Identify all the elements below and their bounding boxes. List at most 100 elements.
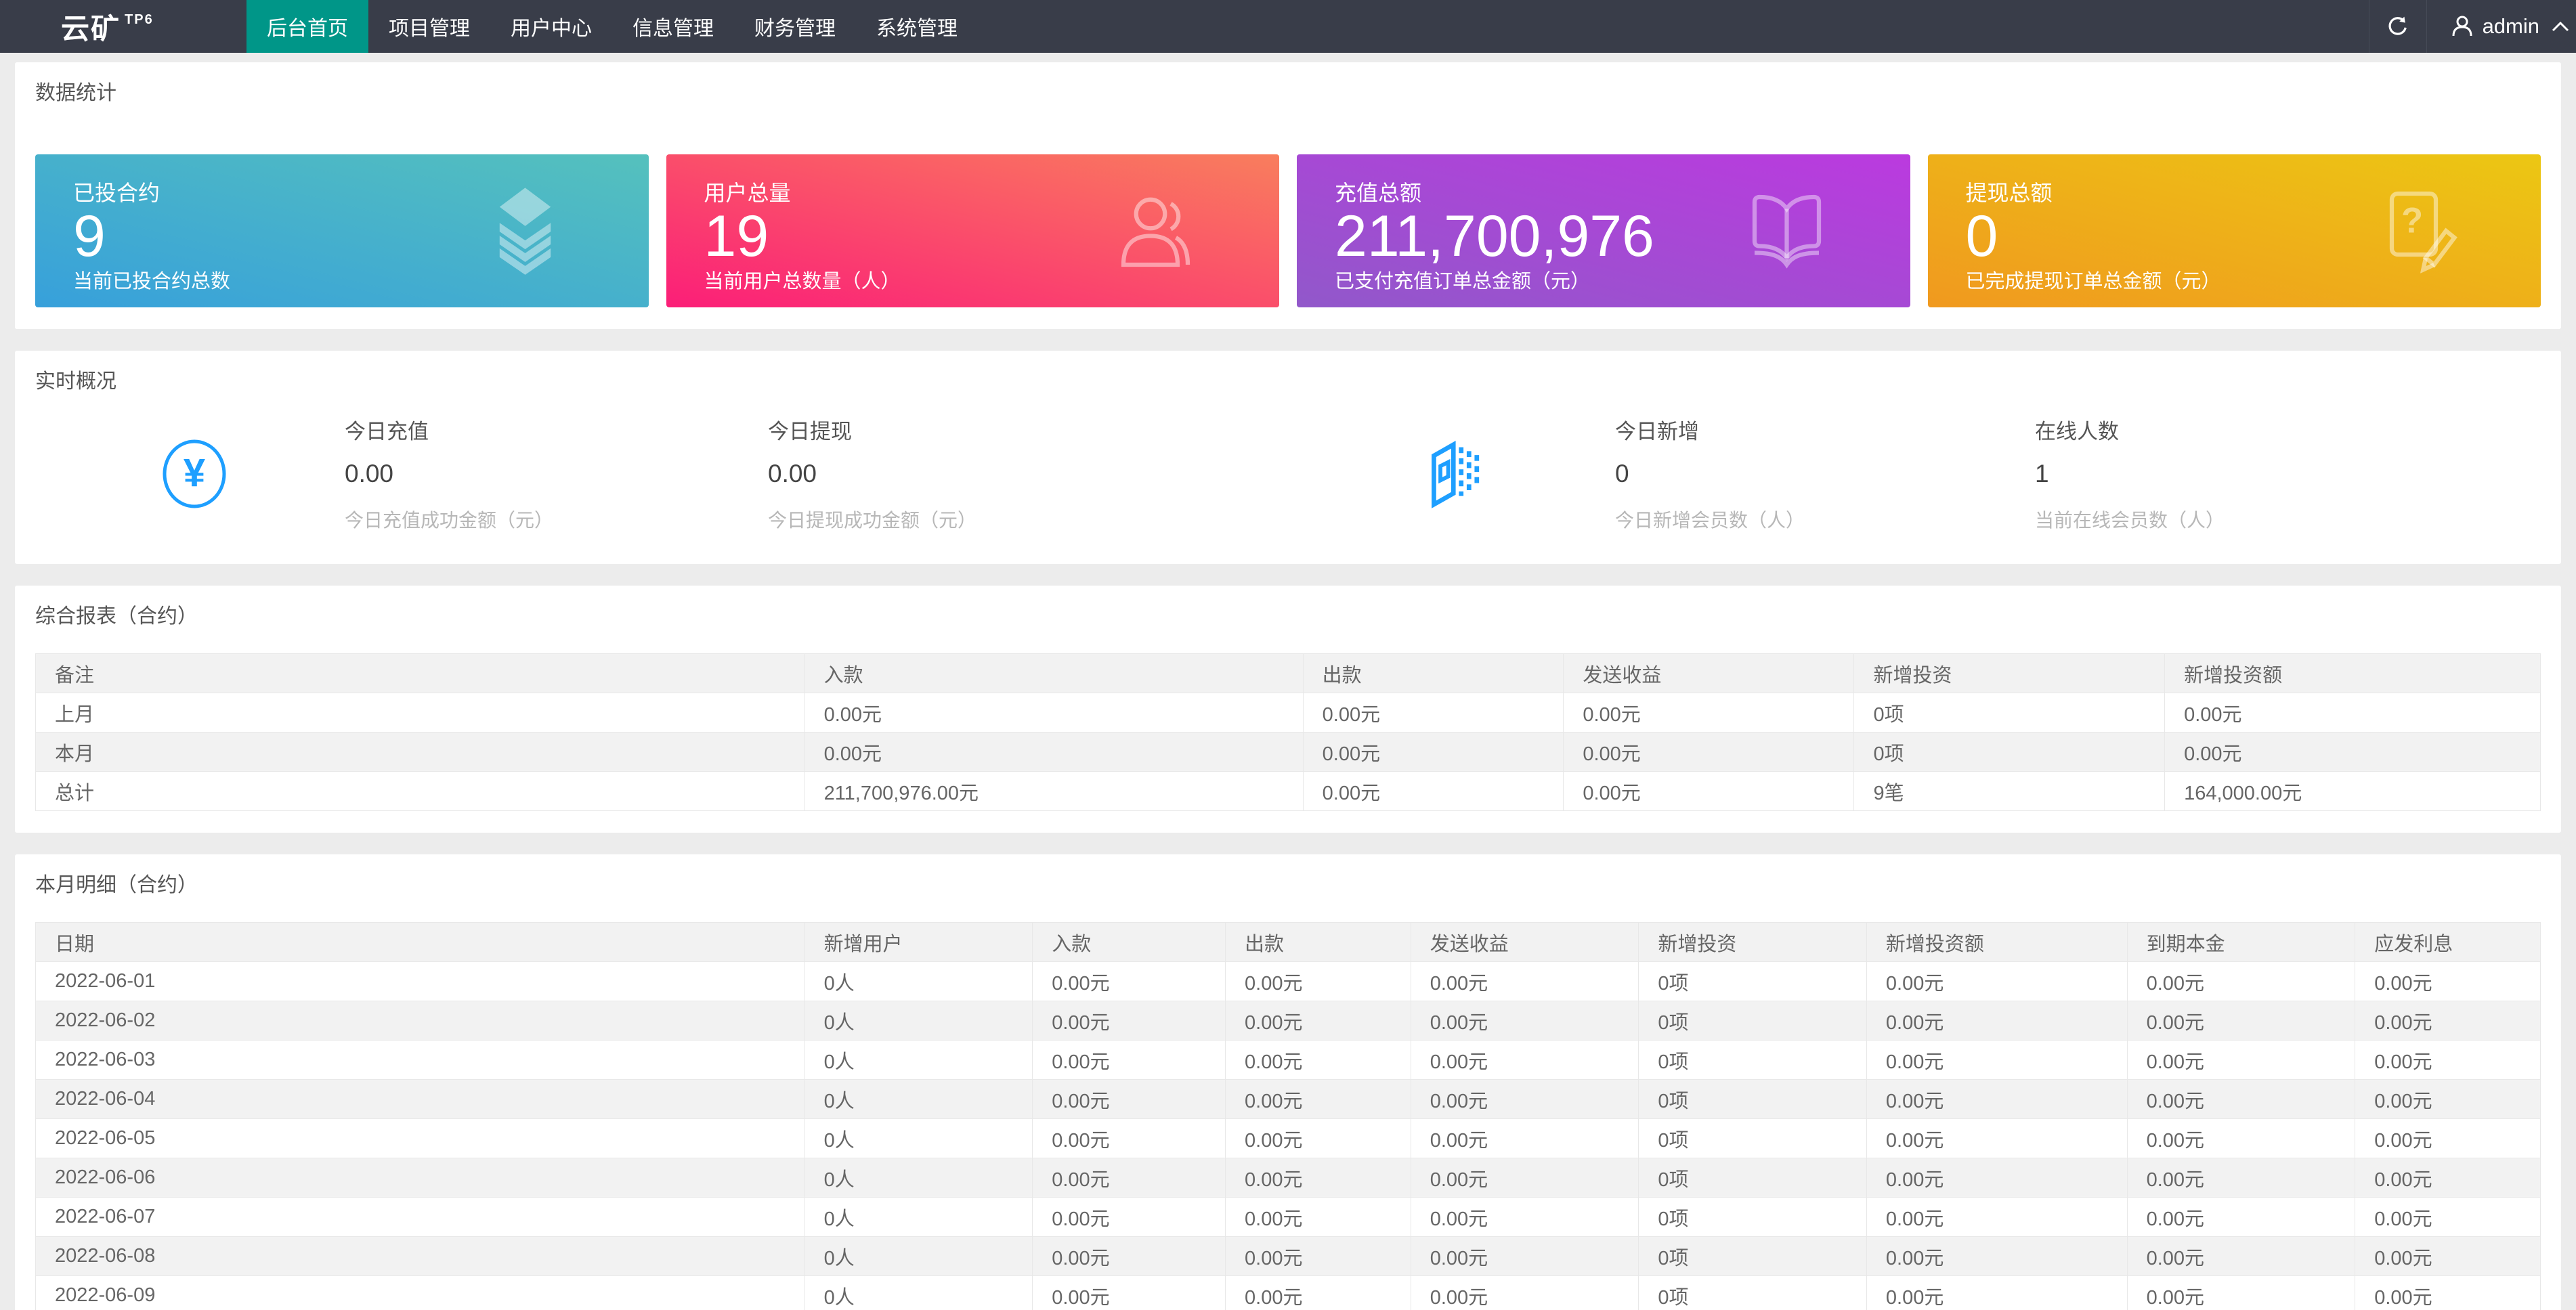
column-header: 到期本金 (2126, 922, 2356, 962)
table-cell: 0.00元 (1410, 961, 1639, 1001)
table-cell: 上月 (35, 693, 805, 733)
table-cell: 2022-06-05 (35, 1118, 805, 1158)
table-cell: 0.00元 (1866, 1040, 2128, 1080)
table-cell: 0项 (1638, 1001, 1867, 1041)
refresh-icon (2386, 14, 2410, 39)
table-row: 2022-06-09 0人 0.00元 0.00元 0.00元 0项 0.00元 0.00元 0… (35, 1275, 2541, 1310)
top-navbar: 云矿 TP6 后台首页 项目管理 用户中心 信息管理 财务管理 系统管理 admin (0, 0, 2576, 53)
table-cell: 0.00元 (2355, 1040, 2541, 1080)
table-cell: 0.00元 (1032, 1275, 1226, 1310)
app-logo[interactable]: 云矿 TP6 (0, 0, 246, 53)
nav-menu: 后台首页 项目管理 用户中心 信息管理 财务管理 系统管理 (246, 0, 2369, 53)
table-cell: 2022-06-01 (35, 961, 805, 1001)
table-cell: 0.00元 (1410, 1158, 1639, 1198)
table-cell: 211,700,976.00元 (804, 771, 1304, 811)
table-cell: 0.00元 (1225, 1079, 1411, 1119)
refresh-button[interactable] (2368, 0, 2427, 53)
realtime-item-today-recharge: 今日充值 0.00 今日充值成功金额（元） (345, 414, 765, 533)
table-cell: 0.00元 (2355, 1079, 2541, 1119)
table-cell: 0.00元 (1563, 732, 1855, 772)
realtime-label: 今日充值 (345, 420, 429, 443)
nav-menu-item-2[interactable]: 用户中心 (490, 0, 612, 53)
table-row: 2022-06-02 0人 0.00元 0.00元 0.00元 0项 0.00元 0.00元 0… (35, 1001, 2541, 1041)
nav-menu-item-3[interactable]: 信息管理 (612, 0, 734, 53)
table-cell: 0项 (1638, 1158, 1867, 1198)
table-cell: 0.00元 (2126, 1275, 2356, 1310)
user-menu[interactable]: admin (2427, 0, 2576, 53)
column-header: 应发利息 (2355, 922, 2541, 962)
table-row: 总计 211,700,976.00元 0.00元 0.00元 9笔 164,000.00元 (35, 771, 2541, 811)
realtime-label: 今日提现 (768, 420, 852, 443)
realtime-item-online-users: 在线人数 1 当前在线会员数（人） (2035, 414, 2455, 533)
table-cell: 0.00元 (2355, 1197, 2541, 1237)
table-cell: 0项 (1638, 1197, 1867, 1237)
table-cell: 0.00元 (1410, 1040, 1639, 1080)
table-cell: 0项 (1638, 1118, 1867, 1158)
app-logo-version: TP6 (125, 12, 154, 27)
table-cell: 0人 (804, 1236, 1033, 1276)
table-cell: 0.00元 (1866, 1275, 2128, 1310)
detail-table: 日期 新增用户 入款 出款 发送收益 新增投资 新增投资额 到期本金 应发利息 2022-06-… (35, 922, 2541, 1310)
panel-realtime-overview: 实时概况 ¥ 今日充值 0.00 今日充值成功金额（元） 今日提现 0.00 今… (15, 351, 2561, 564)
table-cell: 0.00元 (2126, 1236, 2356, 1276)
realtime-item-today-withdraw: 今日提现 0.00 今日提现成功金额（元） (768, 414, 1188, 533)
table-row: 2022-06-07 0人 0.00元 0.00元 0.00元 0项 0.00元 0.00元 0… (35, 1197, 2541, 1237)
stat-card-total-users: 用户总量 19 当前用户总数量（人） (666, 154, 1279, 307)
nav-menu-item-5[interactable]: 系统管理 (856, 0, 978, 53)
table-cell: 0.00元 (1225, 1275, 1411, 1310)
table-cell: 0.00元 (1225, 1236, 1411, 1276)
table-cell: 2022-06-08 (35, 1236, 805, 1276)
table-row: 2022-06-06 0人 0.00元 0.00元 0.00元 0项 0.00元 0.00元 0… (35, 1158, 2541, 1198)
table-cell: 0人 (804, 1275, 1033, 1310)
table-cell: 0.00元 (1866, 1236, 2128, 1276)
table-cell: 0项 (1638, 1236, 1867, 1276)
table-cell: 0.00元 (1563, 693, 1855, 733)
table-cell: 0.00元 (2355, 1118, 2541, 1158)
table-row: 上月 0.00元 0.00元 0.00元 0项 0.00元 (35, 693, 2541, 733)
table-cell: 0.00元 (2355, 961, 2541, 1001)
column-header: 新增投资额 (1866, 922, 2128, 962)
table-cell: 0.00元 (2164, 693, 2541, 733)
nav-menu-item-0[interactable]: 后台首页 (246, 0, 368, 53)
stat-card-total-withdraw: 提现总额 0 已完成提现订单总金额（元） ? (1927, 154, 2541, 307)
table-cell: 0.00元 (1866, 1158, 2128, 1198)
chevron-up-icon (2552, 21, 2569, 32)
table-cell: 0.00元 (1866, 1001, 2128, 1041)
doc-question-icon: ? (2375, 189, 2460, 274)
users-icon (1113, 189, 1198, 274)
table-cell: 0项 (1638, 1079, 1867, 1119)
navbar-right: admin (2368, 0, 2576, 53)
realtime-value: 1 (2035, 460, 2049, 487)
table-cell: 0项 (1638, 1275, 1867, 1310)
table-header-row: 备注 入款 出款 发送收益 新增投资 新增投资额 (35, 653, 2541, 693)
book-icon (1744, 189, 1829, 274)
table-cell: 0.00元 (1032, 1079, 1226, 1119)
table-cell: 2022-06-02 (35, 1001, 805, 1041)
table-cell: 2022-06-04 (35, 1079, 805, 1119)
nav-menu-item-4[interactable]: 财务管理 (734, 0, 856, 53)
nav-menu-item-1[interactable]: 项目管理 (368, 0, 490, 53)
realtime-desc: 今日充值成功金额（元） (345, 510, 554, 531)
user-icon (2450, 14, 2474, 39)
table-cell: 0.00元 (1410, 1079, 1639, 1119)
layers-icon (483, 186, 567, 276)
table-cell: 2022-06-03 (35, 1040, 805, 1080)
table-cell: 0.00元 (1225, 1158, 1411, 1198)
table-cell: 0人 (804, 1040, 1033, 1080)
svg-text:¥: ¥ (184, 451, 205, 495)
table-row: 本月 0.00元 0.00元 0.00元 0项 0.00元 (35, 732, 2541, 772)
realtime-label: 今日新增 (1615, 420, 1699, 443)
username-label: admin (2482, 14, 2539, 38)
table-cell: 0人 (804, 1079, 1033, 1119)
table-cell: 164,000.00元 (2164, 771, 2541, 811)
table-cell: 0.00元 (2355, 1158, 2541, 1198)
table-cell: 0.00元 (2126, 1001, 2356, 1041)
detail-table-wrap: 日期 新增用户 入款 出款 发送收益 新增投资 新增投资额 到期本金 应发利息 2022-06-… (35, 922, 2541, 1310)
column-header: 出款 (1302, 653, 1564, 693)
table-cell: 0.00元 (2355, 1236, 2541, 1276)
table-row: 2022-06-08 0人 0.00元 0.00元 0.00元 0项 0.00元 0.00元 0… (35, 1236, 2541, 1276)
column-header: 备注 (35, 653, 805, 693)
table-cell: 0.00元 (1225, 961, 1411, 1001)
table-cell: 0.00元 (1032, 961, 1226, 1001)
summary-table-wrap: 备注 入款 出款 发送收益 新增投资 新增投资额 上月 0.00元 0.00元 0.00元 0项 0… (35, 653, 2541, 811)
